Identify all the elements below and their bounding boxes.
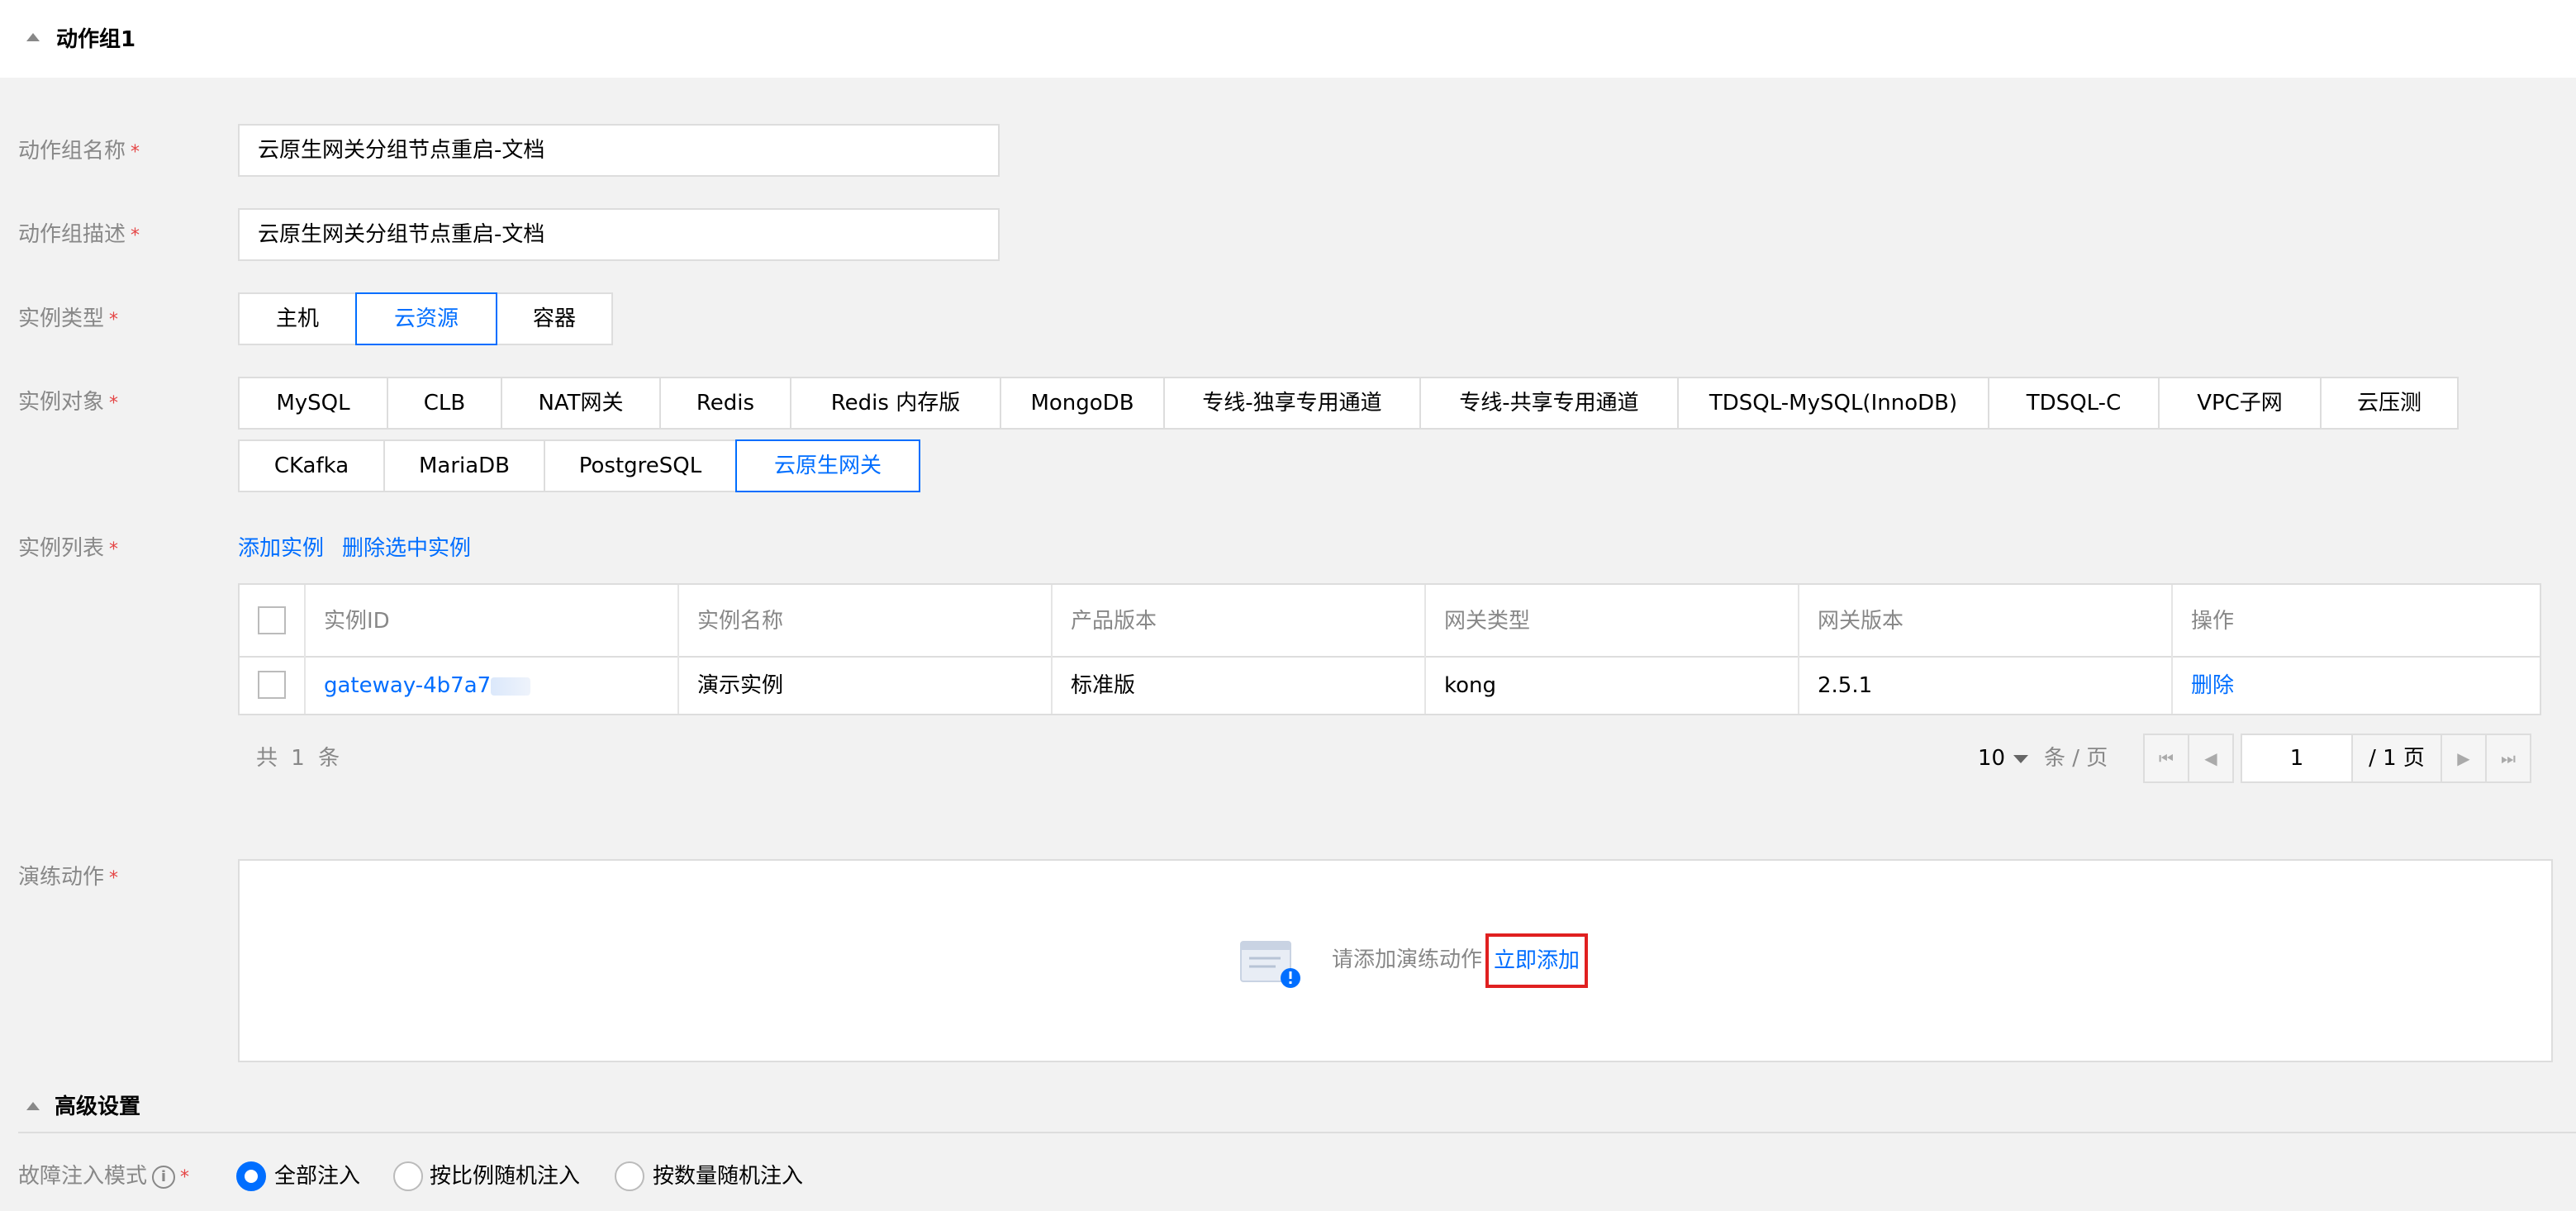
empty-document-icon [1240,941,1300,988]
delete-row-link[interactable]: 删除 [2191,671,2234,700]
divider [18,1132,2576,1133]
add-instance-link[interactable]: 添加实例 [238,534,324,563]
instance-type-host[interactable]: 主机 [238,292,357,345]
instance-type-label: 实例类型 * [18,306,119,331]
object-mariadb[interactable]: MariaDB [383,439,545,492]
th-gateway-version: 网关版本 [1818,609,1904,634]
object-tdsql-mysql[interactable]: TDSQL-MySQL(InnoDB) [1677,377,1989,430]
object-clb[interactable]: CLB [387,377,502,430]
radio-count-inject[interactable] [615,1161,644,1191]
radio-ratio-inject[interactable] [393,1161,423,1191]
object-ckafka[interactable]: CKafka [238,439,385,492]
radio-all-inject-label[interactable]: 全部注入 [274,1161,360,1191]
next-page-icon[interactable]: ▶ [2441,734,2487,783]
object-dedicated-line-exclusive[interactable]: 专线-独享专用通道 [1163,377,1421,430]
radio-count-inject-label[interactable]: 按数量随机注入 [653,1161,803,1191]
instance-name-cell: 演示实例 [697,673,784,698]
object-cloud-native-gateway[interactable]: 云原生网关 [735,439,920,492]
last-page-icon[interactable]: ⏭ [2485,734,2531,783]
object-postgresql[interactable]: PostgreSQL [544,439,737,492]
object-load-test[interactable]: 云压测 [2320,377,2459,430]
object-redis[interactable]: Redis [659,377,791,430]
desc-label: 动作组描述 * [18,222,140,247]
th-operation: 操作 [2191,609,2235,634]
drill-action-box: 请添加演练动作 立即添加 [238,859,2553,1062]
action-group-name-input[interactable]: 云原生网关分组节点重启-文档 [238,124,1000,177]
advanced-settings-title[interactable]: 高级设置 [55,1092,140,1122]
row-checkbox[interactable] [258,671,286,699]
object-nat-gateway[interactable]: NAT网关 [501,377,661,430]
drill-action-label: 演练动作 * [18,865,119,890]
name-label: 动作组名称 * [18,139,140,164]
delete-selected-link[interactable]: 删除选中实例 [342,534,471,563]
radio-all-inject[interactable] [236,1161,266,1191]
th-instance-id: 实例ID [324,609,390,634]
page-number-input[interactable]: 1 [2241,734,2353,783]
instance-type-cloud-resource[interactable]: 云资源 [355,292,497,345]
gateway-type-cell: kong [1444,673,1497,698]
chevron-down-icon [2013,754,2029,763]
object-mysql[interactable]: MySQL [238,377,388,430]
th-instance-name: 实例名称 [697,609,784,634]
action-group-header[interactable]: 动作组1 [0,0,2576,78]
caret-up-icon[interactable] [26,33,40,41]
action-group-desc-input[interactable]: 云原生网关分组节点重启-文档 [238,208,1000,261]
object-mongodb[interactable]: MongoDB [1000,377,1165,430]
object-tdsql-c[interactable]: TDSQL-C [1988,377,2160,430]
instance-table: 实例ID 实例名称 产品版本 网关类型 网关版本 操作 gateway-4b7a… [238,583,2541,715]
object-redis-memory[interactable]: Redis 内存版 [790,377,1001,430]
first-page-icon[interactable]: ⏮ [2143,734,2189,783]
th-product-version: 产品版本 [1071,609,1157,634]
instance-object-label: 实例对象 * [18,390,119,415]
page-size-select[interactable]: 10 [1978,743,2029,773]
caret-up-icon[interactable] [26,1102,40,1110]
radio-ratio-inject-label[interactable]: 按比例随机注入 [430,1161,580,1191]
empty-text: 请添加演练动作 [1332,947,1483,972]
total-count: 共 1 条 [256,746,340,771]
fault-mode-label: 故障注入模式 i * [18,1164,190,1189]
gateway-version-cell: 2.5.1 [1818,673,1873,698]
info-icon[interactable]: i [152,1165,176,1189]
product-version-cell: 标准版 [1071,673,1136,698]
object-vpc-subnet[interactable]: VPC子网 [2158,377,2322,430]
object-dedicated-line-shared[interactable]: 专线-共享专用通道 [1419,377,1679,430]
instance-id-link[interactable]: gateway-4b7a7 [324,671,531,700]
per-page-label: 条 / 页 [2044,746,2108,771]
instance-list-label: 实例列表 * [18,536,119,561]
th-gateway-type: 网关类型 [1444,609,1531,634]
total-pages-label: / 1 页 [2353,734,2442,783]
action-group-title: 动作组1 [56,27,136,52]
add-now-link[interactable]: 立即添加 [1485,933,1589,988]
prev-page-icon[interactable]: ◀ [2188,734,2234,783]
instance-type-container[interactable]: 容器 [496,292,613,345]
select-all-checkbox[interactable] [258,606,286,634]
